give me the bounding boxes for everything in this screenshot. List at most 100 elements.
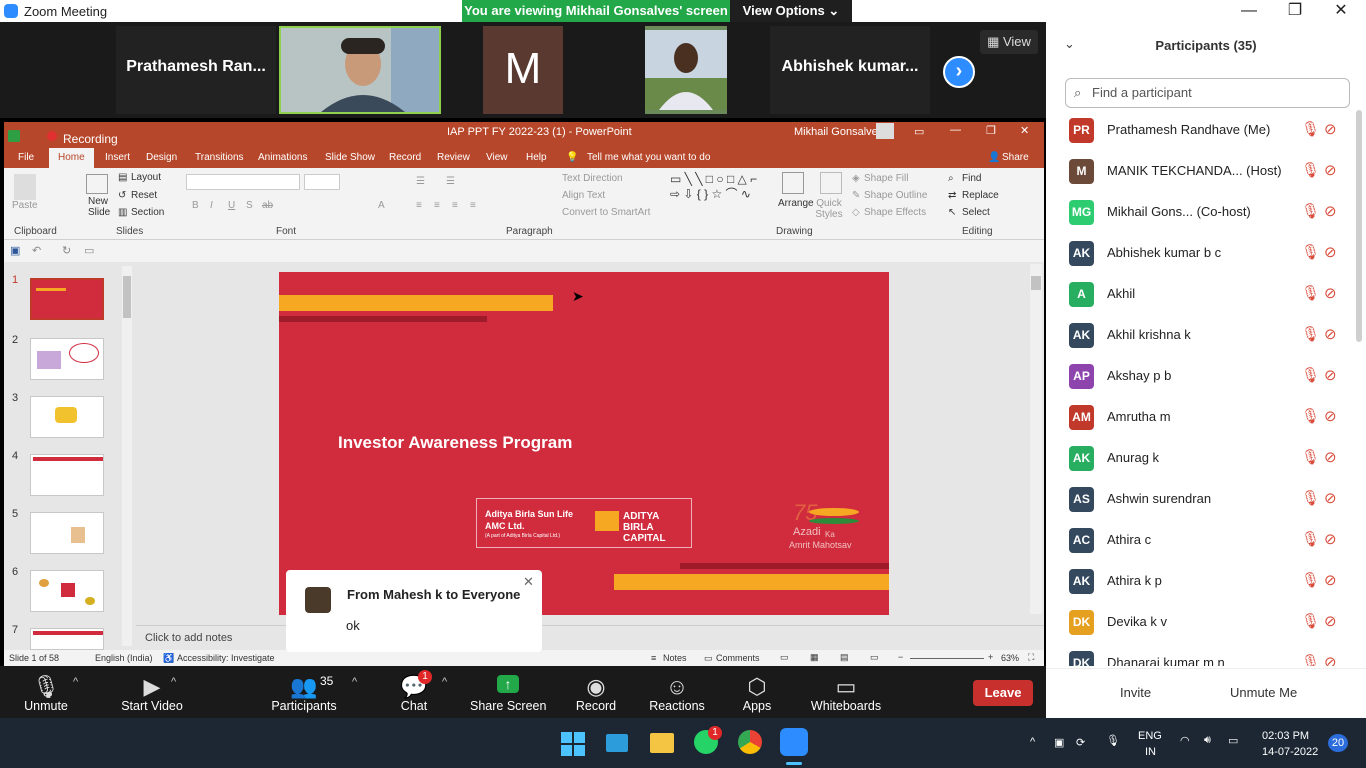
unmute-button[interactable]: 🎙︎ Unmute	[18, 666, 74, 718]
slideshow-view-icon[interactable]: ▭	[870, 652, 879, 663]
section-button[interactable]: Section	[131, 207, 164, 218]
accessibility-status[interactable]: Accessibility: Investigate	[177, 653, 275, 663]
zoom-in-icon[interactable]: +	[988, 652, 993, 662]
video-options-caret-icon[interactable]: ^	[171, 676, 176, 688]
zoom-out-icon[interactable]: −	[898, 652, 903, 662]
shape-effects-button[interactable]: Shape Effects	[864, 207, 926, 218]
share-screen-button[interactable]: ↑ Share Screen	[470, 666, 546, 718]
chat-caret-icon[interactable]: ^	[442, 676, 447, 688]
participant-row[interactable]: DK Dhanaraj kumar m n 🎙︎ ⊘	[1046, 643, 1356, 666]
audio-options-caret-icon[interactable]: ^	[73, 676, 78, 688]
clock-date[interactable]: 14-07-2022	[1262, 746, 1318, 758]
font-size-select[interactable]	[304, 174, 340, 190]
slide-sorter-icon[interactable]: ▦	[810, 652, 819, 663]
normal-view-icon[interactable]: ▭	[780, 652, 789, 663]
strikethrough-icon[interactable]: ab	[262, 200, 273, 211]
minimize-button[interactable]: —	[1226, 0, 1272, 22]
windows-start-icon[interactable]	[561, 732, 585, 756]
leave-button[interactable]: Leave	[973, 680, 1033, 706]
font-family-select[interactable]	[186, 174, 300, 190]
tab-review[interactable]: Review	[437, 152, 470, 163]
reading-view-icon[interactable]: ▤	[840, 652, 849, 663]
whiteboards-button[interactable]: ▭ Whiteboards	[808, 666, 884, 718]
tab-insert[interactable]: Insert	[105, 152, 130, 163]
desktop-icon[interactable]	[606, 734, 628, 752]
start-slideshow-icon[interactable]: ▭	[84, 244, 94, 257]
tab-view[interactable]: View	[486, 152, 508, 163]
new-slide-icon[interactable]	[86, 174, 108, 194]
meet-icon[interactable]: ▣	[1054, 736, 1064, 749]
video-tile-active-speaker[interactable]	[279, 26, 441, 114]
participant-row[interactable]: M MANIK TEKCHANDA... (Host) 🎙︎ ⊘	[1046, 151, 1356, 192]
participant-row[interactable]: AP Akshay p b 🎙︎ ⊘	[1046, 356, 1356, 397]
participant-row[interactable]: AK Akhil krishna k 🎙︎ ⊘	[1046, 315, 1356, 356]
reset-button[interactable]: Reset	[131, 190, 157, 201]
view-button[interactable]: ▦ View	[980, 30, 1038, 54]
align-left-icon[interactable]: ≡	[416, 200, 422, 211]
slide-thumbnail-3[interactable]	[30, 396, 104, 438]
paste-icon[interactable]	[14, 174, 36, 200]
video-tile[interactable]: Abhishek kumar...	[770, 26, 930, 114]
justify-icon[interactable]: ≡	[470, 200, 476, 211]
new-slide-label[interactable]: New Slide	[88, 196, 118, 218]
arrange-icon[interactable]	[782, 172, 804, 194]
apps-button[interactable]: ⬡ Apps	[738, 666, 776, 718]
shadow-icon[interactable]: S	[246, 200, 253, 211]
participant-row[interactable]: AC Athira c 🎙︎ ⊘	[1046, 520, 1356, 561]
tab-record[interactable]: Record	[389, 152, 421, 163]
language-status[interactable]: English (India)	[95, 653, 153, 663]
volume-icon[interactable]: 🔊︎	[1204, 734, 1211, 747]
slide-scrollbar[interactable]	[1030, 264, 1042, 614]
tell-me-search[interactable]: Tell me what you want to do	[587, 152, 710, 163]
undo-icon[interactable]: ↶	[32, 244, 41, 257]
shape-outline-button[interactable]: Shape Outline	[864, 190, 927, 201]
wifi-icon[interactable]: ◠	[1180, 734, 1190, 747]
save-icon[interactable]: ▣	[10, 244, 20, 257]
notes-placeholder[interactable]: Click to add notes	[145, 632, 232, 644]
clock-time[interactable]: 02:03 PM	[1262, 730, 1309, 742]
participant-row[interactable]: AK Athira k p 🎙︎ ⊘	[1046, 561, 1356, 602]
zoom-app-icon[interactable]	[780, 728, 808, 756]
select-button[interactable]: Select	[962, 207, 990, 218]
convert-smartart-button[interactable]: Convert to SmartArt	[562, 207, 650, 218]
underline-icon[interactable]: U	[228, 200, 235, 211]
video-tile[interactable]: Prathamesh Ran...	[116, 26, 276, 114]
participant-search-input[interactable]: ⌕ Find a participant	[1065, 78, 1350, 108]
battery-icon[interactable]: ▭	[1228, 734, 1238, 747]
comments-button[interactable]: Comments	[716, 653, 760, 663]
zoom-level[interactable]: 63%	[1001, 653, 1019, 663]
bullets-icon[interactable]: ☰	[416, 176, 425, 187]
participant-list-scrollbar[interactable]	[1356, 110, 1362, 342]
tab-help[interactable]: Help	[526, 152, 547, 163]
ppt-restore-icon[interactable]: ❐	[986, 124, 996, 137]
arrange-button[interactable]: Arrange	[778, 198, 814, 209]
slide-thumbnail-7[interactable]	[30, 628, 104, 650]
participant-row[interactable]: AS Ashwin surendran 🎙︎ ⊘	[1046, 479, 1356, 520]
layout-button[interactable]: Layout	[131, 172, 161, 183]
participants-button[interactable]: 👥 35 Participants	[268, 666, 340, 718]
tab-transitions[interactable]: Transitions	[195, 152, 244, 163]
participant-row[interactable]: AK Anurag k 🎙︎ ⊘	[1046, 438, 1356, 479]
slides-scrollbar[interactable]	[122, 266, 132, 646]
start-video-button[interactable]: ▶︎ Start Video	[104, 666, 200, 718]
participant-row[interactable]: DK Devika k v 🎙︎ ⊘	[1046, 602, 1356, 643]
chat-button[interactable]: 💬 1 Chat	[394, 666, 434, 718]
tab-home[interactable]: Home	[49, 148, 94, 168]
participants-caret-icon[interactable]: ^	[352, 676, 357, 688]
tab-file[interactable]: File	[18, 152, 34, 163]
slide-thumbnail-4[interactable]	[30, 454, 104, 496]
language-code-2[interactable]: IN	[1145, 746, 1156, 758]
record-button[interactable]: ◉ Record	[572, 666, 620, 718]
slide-thumbnail-1[interactable]	[30, 278, 104, 320]
participant-row[interactable]: AM Amrutha m 🎙︎ ⊘	[1046, 397, 1356, 438]
notes-button[interactable]: Notes	[663, 653, 687, 663]
share-button[interactable]: Share	[1002, 152, 1029, 163]
notification-count[interactable]: 20	[1328, 734, 1348, 752]
microphone-icon[interactable]: 🎙︎	[1106, 734, 1120, 747]
video-tile-avatar[interactable]: M	[483, 26, 563, 114]
align-center-icon[interactable]: ≡	[434, 200, 440, 211]
participant-row[interactable]: PR Prathamesh Randhave (Me) 🎙︎ ⊘	[1046, 110, 1356, 151]
reactions-button[interactable]: ☺ Reactions	[648, 666, 706, 718]
restore-button[interactable]: ❐	[1272, 0, 1318, 22]
next-page-button[interactable]: ›	[943, 56, 975, 88]
